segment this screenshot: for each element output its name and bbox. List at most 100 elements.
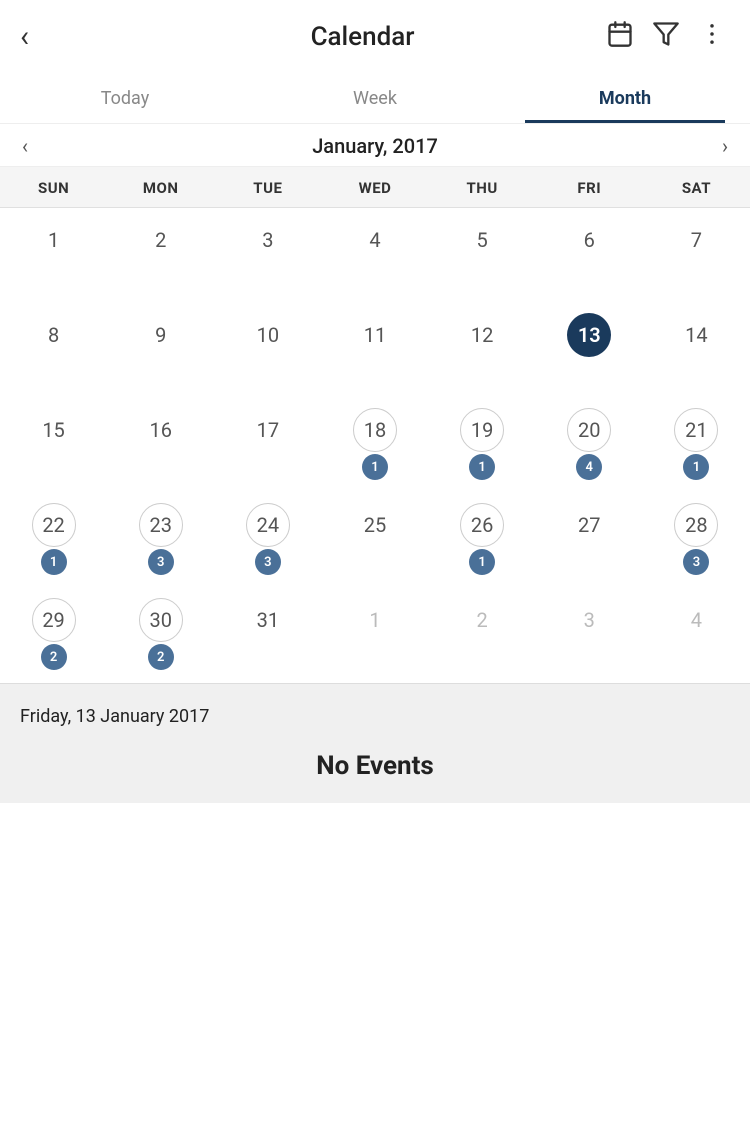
event-badge: 1	[362, 454, 388, 480]
day-cell[interactable]: 15	[0, 398, 107, 493]
day-number: 18	[353, 408, 397, 452]
day-number: 7	[674, 218, 718, 262]
day-cell[interactable]: 243	[214, 493, 321, 588]
day-number: 15	[32, 408, 76, 452]
day-cell[interactable]: 9	[107, 303, 214, 398]
day-cell[interactable]: 4	[321, 208, 428, 303]
day-cell[interactable]: 25	[321, 493, 428, 588]
day-number: 4	[353, 218, 397, 262]
day-number: 20	[567, 408, 611, 452]
day-cell[interactable]: 11	[321, 303, 428, 398]
more-icon[interactable]	[698, 20, 726, 54]
day-number: 30	[139, 598, 183, 642]
event-badge: 1	[683, 454, 709, 480]
day-cell[interactable]: 1	[0, 208, 107, 303]
day-cell[interactable]: 204	[536, 398, 643, 493]
day-cell[interactable]: 181	[321, 398, 428, 493]
no-events-label: No Events	[20, 751, 730, 781]
event-badge: 3	[255, 549, 281, 575]
day-number: 3	[246, 218, 290, 262]
weekday-mon: MON	[107, 179, 214, 197]
day-cell[interactable]: 302	[107, 588, 214, 683]
day-number: 11	[353, 313, 397, 357]
day-number: 14	[674, 313, 718, 357]
page-title: Calendar	[311, 22, 415, 52]
day-number: 2	[139, 218, 183, 262]
day-cell[interactable]: 6	[536, 208, 643, 303]
day-number: 8	[32, 313, 76, 357]
day-cell[interactable]: 191	[429, 398, 536, 493]
event-badge: 2	[41, 644, 67, 670]
day-number: 12	[460, 313, 504, 357]
day-number: 1	[32, 218, 76, 262]
filter-icon[interactable]	[652, 20, 680, 54]
weekday-fri: FRI	[536, 179, 643, 197]
day-cell[interactable]: 211	[643, 398, 750, 493]
day-cell[interactable]: 221	[0, 493, 107, 588]
weekday-sat: SAT	[643, 179, 750, 197]
next-month-button[interactable]: ›	[710, 130, 740, 162]
month-title: January, 2017	[312, 134, 438, 158]
event-badge: 3	[148, 549, 174, 575]
day-cell[interactable]: 16	[107, 398, 214, 493]
day-number: 19	[460, 408, 504, 452]
event-badge: 2	[148, 644, 174, 670]
day-cell[interactable]: 3	[536, 588, 643, 683]
day-cell[interactable]: 2	[429, 588, 536, 683]
day-cell[interactable]: 3	[214, 208, 321, 303]
weekday-thu: THU	[429, 179, 536, 197]
day-number: 10	[246, 313, 290, 357]
day-cell[interactable]: 27	[536, 493, 643, 588]
day-number: 28	[674, 503, 718, 547]
day-number: 5	[460, 218, 504, 262]
tabs: Today Week Month	[0, 72, 750, 124]
day-cell[interactable]: 10	[214, 303, 321, 398]
selected-date-label: Friday, 13 January 2017	[20, 706, 730, 727]
day-cell[interactable]: 292	[0, 588, 107, 683]
day-cell[interactable]: 7	[643, 208, 750, 303]
day-number: 23	[139, 503, 183, 547]
back-button[interactable]: ‹	[16, 18, 39, 56]
event-badge: 1	[469, 454, 495, 480]
event-badge: 1	[41, 549, 67, 575]
day-number: 9	[139, 313, 183, 357]
day-number: 31	[246, 598, 290, 642]
event-badge: 1	[469, 549, 495, 575]
weekday-wed: WED	[321, 179, 428, 197]
prev-month-button[interactable]: ‹	[10, 130, 40, 162]
day-number: 25	[353, 503, 397, 547]
tab-month[interactable]: Month	[500, 72, 750, 123]
day-number: 2	[460, 598, 504, 642]
weekday-tue: TUE	[214, 179, 321, 197]
day-number: 4	[674, 598, 718, 642]
day-cell[interactable]: 1	[321, 588, 428, 683]
day-cell[interactable]: 8	[0, 303, 107, 398]
day-cell[interactable]: 17	[214, 398, 321, 493]
day-number: 13	[567, 313, 611, 357]
day-number: 6	[567, 218, 611, 262]
day-cell[interactable]: 4	[643, 588, 750, 683]
day-cell[interactable]: 13	[536, 303, 643, 398]
header-icons	[606, 20, 726, 54]
month-nav: ‹ January, 2017 ›	[0, 124, 750, 167]
day-cell[interactable]: 31	[214, 588, 321, 683]
selected-date-info: Friday, 13 January 2017 No Events	[0, 683, 750, 803]
day-number: 24	[246, 503, 290, 547]
day-number: 1	[353, 598, 397, 642]
day-cell[interactable]: 2	[107, 208, 214, 303]
day-number: 21	[674, 408, 718, 452]
tab-week[interactable]: Week	[250, 72, 500, 123]
day-cell[interactable]: 233	[107, 493, 214, 588]
header: ‹ Calendar	[0, 0, 750, 72]
tab-today[interactable]: Today	[0, 72, 250, 123]
day-cell[interactable]: 261	[429, 493, 536, 588]
day-number: 3	[567, 598, 611, 642]
day-cell[interactable]: 14	[643, 303, 750, 398]
calendar-icon[interactable]	[606, 20, 634, 54]
day-cell[interactable]: 283	[643, 493, 750, 588]
header-left: ‹	[16, 18, 39, 56]
day-cell[interactable]: 12	[429, 303, 536, 398]
day-cell[interactable]: 5	[429, 208, 536, 303]
calendar-grid: 1234567891011121314151617181191204211221…	[0, 208, 750, 683]
day-number: 27	[567, 503, 611, 547]
